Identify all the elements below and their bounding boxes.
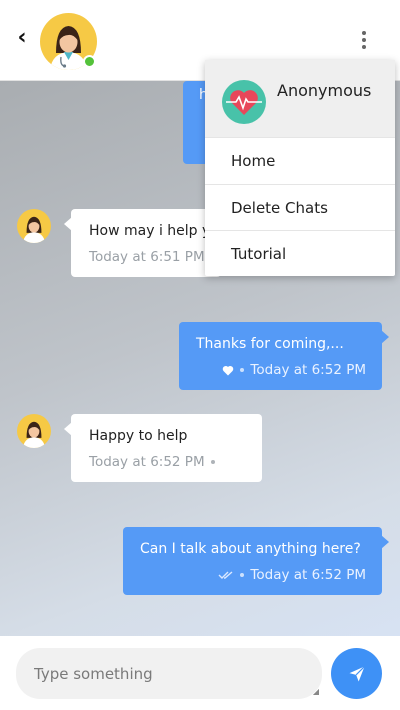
- message-meta: Today at 6:52 PM: [218, 567, 366, 583]
- message-input[interactable]: [16, 648, 322, 699]
- message-input-wrapper: ◢: [16, 648, 322, 699]
- chevron-left-icon[interactable]: ‹: [12, 26, 32, 50]
- message-time: Today at 6:52 PM: [250, 362, 366, 378]
- outgoing-message[interactable]: Can I talk about anything here? Today at…: [123, 527, 389, 595]
- message-meta: Today at 6:51 PM: [89, 249, 205, 265]
- menu-item-home[interactable]: Home: [205, 137, 395, 184]
- double-check-icon: [218, 571, 233, 579]
- heartbeat-icon: [222, 80, 266, 124]
- message-text: Thanks for coming,...: [196, 336, 344, 352]
- message-meta: Today at 6:52 PM: [89, 454, 215, 470]
- heart-icon: [223, 365, 234, 375]
- resize-grip-icon: ◢: [312, 687, 319, 696]
- message-time: Today at 6:52 PM: [89, 454, 205, 470]
- send-icon: [349, 665, 365, 681]
- message-time: Today at 6:52 PM: [250, 567, 366, 583]
- message-meta: Today at 6:52 PM: [222, 362, 366, 378]
- more-vertical-icon[interactable]: [352, 28, 376, 52]
- doctor-avatar: [17, 414, 51, 448]
- menu-profile-name: Anonymous: [277, 81, 372, 100]
- incoming-message[interactable]: How may i help y Today at 6:51 PM: [64, 209, 221, 277]
- menu-item-tutorial[interactable]: Tutorial: [205, 230, 395, 277]
- message-text: Happy to help: [89, 428, 188, 444]
- message-text: How may i help y: [89, 223, 211, 239]
- doctor-avatar: [17, 209, 51, 243]
- menu-profile-header[interactable]: Anonymous: [205, 60, 395, 137]
- message-text: Can I talk about anything here?: [140, 541, 361, 557]
- online-status-dot: [83, 55, 96, 68]
- overflow-menu: Anonymous Home Delete Chats Tutorial: [205, 60, 395, 276]
- composer-bar: ◢: [0, 636, 400, 710]
- incoming-message[interactable]: Happy to help Today at 6:52 PM: [64, 414, 262, 482]
- outgoing-message[interactable]: Thanks for coming,... Today at 6:52 PM: [179, 322, 389, 390]
- menu-item-delete-chats[interactable]: Delete Chats: [205, 183, 395, 231]
- send-button[interactable]: [331, 648, 382, 699]
- message-time: Today at 6:51 PM: [89, 249, 205, 265]
